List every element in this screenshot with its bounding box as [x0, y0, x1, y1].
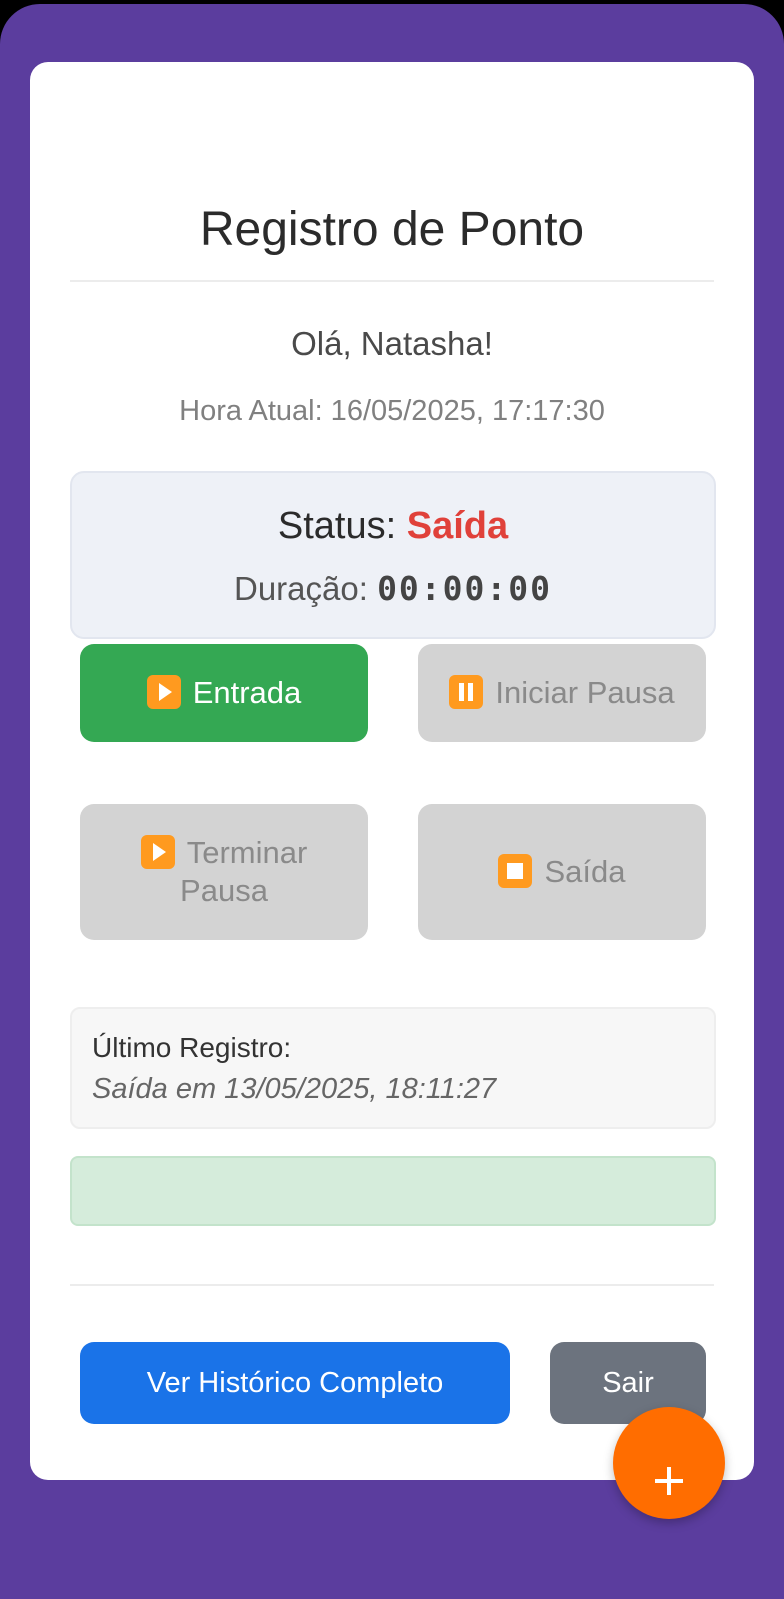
iniciar-pausa-button[interactable]: Iniciar Pausa: [418, 644, 706, 742]
entrada-button[interactable]: Entrada: [80, 644, 368, 742]
status-line: Status: Saída: [72, 503, 714, 549]
play-icon: [146, 674, 181, 709]
saida-button-label: Saída: [544, 854, 626, 889]
iniciar-pausa-button-label: Iniciar Pausa: [495, 675, 675, 710]
terminar-pausa-button[interactable]: Terminar Pausa: [80, 804, 368, 940]
last-record-value: Saída em 13/05/2025, 18:11:27: [92, 1073, 497, 1105]
time-clock-card: Registro de Ponto Olá, Natasha! Hora Atu…: [30, 62, 754, 1480]
app-background: Registro de Ponto Olá, Natasha! Hora Atu…: [0, 4, 784, 1599]
play-icon: [140, 834, 175, 869]
fab-add-button[interactable]: [613, 1407, 725, 1519]
duration-value: 00:00:00: [377, 569, 553, 608]
terminar-pausa-button-label: Terminar Pausa: [180, 835, 308, 908]
user-greeting: Olá, Natasha!: [291, 325, 493, 362]
footer-divider: [70, 1284, 714, 1286]
page-title: Registro de Ponto: [199, 203, 585, 256]
duration-line: Duração: 00:00:00: [72, 569, 714, 609]
status-label: Status:: [277, 505, 407, 547]
last-record-label: Último Registro:: [92, 1032, 292, 1063]
pause-icon: [449, 674, 484, 709]
duration-label: Duração:: [233, 570, 378, 607]
history-button[interactable]: Ver Histórico Completo: [80, 1342, 510, 1424]
last-record-panel: Último Registro: Saída em 13/05/2025, 18…: [70, 1007, 716, 1129]
status-panel: Status: Saída Duração: 00:00:00: [70, 471, 716, 639]
entrada-button-label: Entrada: [192, 675, 302, 710]
feedback-message: [70, 1156, 716, 1226]
title-divider: [70, 280, 714, 282]
saida-button[interactable]: Saída: [418, 804, 706, 940]
current-time: Hora Atual: 16/05/2025, 17:17:30: [179, 395, 605, 427]
stop-icon: [498, 853, 533, 888]
status-value: Saída: [406, 505, 509, 547]
